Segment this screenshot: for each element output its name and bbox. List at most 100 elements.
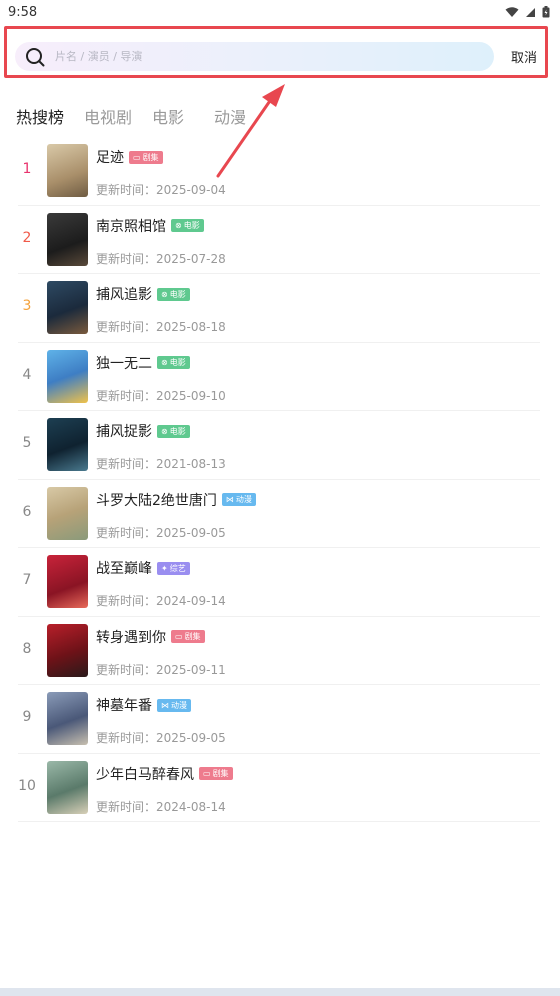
category-badge: ⊗ 电影 (157, 424, 190, 438)
update-prefix: 更新时间： (96, 457, 157, 471)
badge-label: 剧集 (184, 632, 201, 641)
rank-number: 10 (18, 777, 36, 794)
category-badge: ⊗ 电影 (171, 219, 204, 232)
update-date: 2025-09-05 (156, 525, 226, 540)
cancel-button[interactable]: 取消 (511, 47, 537, 66)
search-input[interactable] (53, 49, 457, 64)
film-reel-icon: ⊗ (175, 221, 182, 230)
tab-tv-series[interactable]: 电视剧 (84, 104, 132, 128)
wifi-icon (505, 6, 519, 17)
list-item[interactable]: 10 少年白马醉春风 ▭ 剧集更新时间：2024-08-14 (18, 754, 540, 822)
list-item[interactable]: 1 足迹 ▭ 剧集 更新时间：2025-09-04 (18, 137, 540, 206)
update-date: 2024-08-14 (156, 799, 226, 814)
update-date: 2025-07-28 (156, 251, 226, 266)
item-title[interactable]: 捕风追影 (96, 284, 152, 304)
rank-number: 7 (22, 572, 32, 588)
poster-thumbnail[interactable] (47, 144, 88, 197)
badge-label: 电影 (169, 358, 186, 367)
category-badge: ⊗ 电影 (157, 356, 190, 369)
poster-thumbnail[interactable] (47, 760, 88, 814)
bow-icon: ⋈ (161, 700, 169, 710)
badge-label: 电影 (169, 289, 186, 299)
tv-icon: ▭ (175, 632, 183, 641)
update-time: 更新时间：2024-09-14 (96, 592, 226, 609)
update-prefix: 更新时间： (96, 183, 157, 197)
badge-label: 电影 (183, 221, 200, 230)
update-prefix: 更新时间： (96, 251, 157, 266)
update-time: 更新时间：2025-07-28 (96, 250, 226, 267)
status-time: 9:58 (8, 4, 38, 20)
update-time: 更新时间：2025-09-10 (96, 387, 226, 404)
update-time: 更新时间：2024-08-14 (96, 798, 226, 815)
badge-label: 剧集 (212, 769, 229, 778)
poster-thumbnail[interactable] (47, 692, 88, 745)
category-badge: ▭ 剧集 (171, 630, 205, 643)
poster-thumbnail[interactable] (47, 349, 88, 403)
title-line: 独一无二 ⊗ 电影 (96, 353, 190, 373)
hot-search-list: 1 足迹 ▭ 剧集 更新时间：2025-09-04 2 南京照相馆 ⊗ 电影 更新时间：2025-… (0, 137, 560, 822)
category-badge: ⋈ 动漫 (157, 698, 191, 712)
title-line: 转身遇到你 ▭ 剧集 (96, 627, 205, 647)
update-time: 更新时间：2025-09-05 (96, 524, 226, 541)
update-time: 更新时间：2025-09-05 (96, 729, 226, 746)
signal-icon (526, 7, 535, 17)
bow-icon: ⋈ (225, 495, 234, 504)
update-date: 2025-09-11 (156, 662, 226, 677)
poster-thumbnail[interactable] (47, 623, 88, 677)
tv-icon: ▭ (203, 769, 211, 778)
poster-thumbnail[interactable] (47, 212, 88, 266)
item-title[interactable]: 独一无二 (96, 353, 152, 373)
item-title[interactable]: 转身遇到你 (96, 627, 166, 647)
update-prefix: 更新时间： (96, 731, 157, 745)
tab-hot-search[interactable]: 热搜榜 (16, 104, 64, 128)
film-reel-icon: ⊗ (161, 289, 168, 299)
item-title[interactable]: 足迹 (96, 147, 124, 167)
status-bar: 9:58 (0, 0, 560, 24)
category-badge: ⋈ 动漫 (221, 493, 256, 506)
search-bar[interactable] (15, 42, 494, 71)
navigation-bar (0, 988, 560, 996)
rank-number: 8 (22, 640, 32, 657)
list-item[interactable]: 9 神墓年番 ⋈ 动漫更新时间：2025-09-05 (18, 685, 540, 754)
badge-label: 综艺 (169, 563, 186, 573)
item-title[interactable]: 神墓年番 (96, 695, 152, 715)
list-item[interactable]: 2 南京照相馆 ⊗ 电影 更新时间：2025-07-28 (18, 206, 540, 274)
rank-number: 5 (22, 435, 32, 451)
category-badge: ▭ 剧集 (199, 767, 233, 780)
update-date: 2024-09-14 (156, 594, 226, 608)
title-line: 南京照相馆 ⊗ 电影 (96, 216, 204, 236)
update-prefix: 更新时间： (96, 799, 157, 814)
list-item[interactable]: 3 捕风追影 ⊗ 电影 更新时间：2025-08-18 (18, 274, 540, 343)
tab-movies[interactable]: 电影 (152, 104, 184, 128)
rank-number: 9 (22, 709, 32, 725)
update-time: 更新时间：2025-08-18 (96, 318, 226, 335)
update-date: 2025-09-05 (156, 731, 226, 745)
poster-thumbnail[interactable] (47, 418, 88, 471)
badge-label: 动漫 (171, 700, 187, 710)
list-item[interactable]: 7 战至巅峰 ✦ 综艺 更新时间：2024-09-14 (18, 548, 540, 617)
title-line: 少年白马醉春风 ▭ 剧集 (96, 764, 233, 784)
title-line: 捕风捉影 ⊗ 电影 (96, 421, 190, 441)
list-item[interactable]: 6 斗罗大陆2绝世唐门 ⋈ 动漫 更新时间：2025-09-05 (18, 480, 540, 548)
item-title[interactable]: 斗罗大陆2绝世唐门 (96, 490, 217, 510)
poster-thumbnail[interactable] (47, 555, 88, 608)
status-icons (505, 6, 550, 18)
title-line: 斗罗大陆2绝世唐门 ⋈ 动漫 (96, 490, 256, 510)
poster-thumbnail[interactable] (47, 486, 88, 540)
rank-number: 4 (22, 366, 32, 383)
item-title[interactable]: 战至巅峰 (96, 558, 152, 578)
item-title[interactable]: 南京照相馆 (96, 216, 166, 236)
battery-icon (542, 6, 550, 18)
poster-thumbnail[interactable] (47, 281, 88, 334)
item-title[interactable]: 少年白马醉春风 (96, 764, 194, 784)
title-line: 神墓年番 ⋈ 动漫 (96, 695, 191, 715)
rank-number: 1 (22, 161, 32, 177)
item-title[interactable]: 捕风捉影 (96, 421, 152, 441)
category-badge: ⊗ 电影 (157, 287, 190, 301)
tab-anime[interactable]: 动漫 (214, 104, 246, 128)
list-item[interactable]: 8 转身遇到你 ▭ 剧集 更新时间：2025-09-11 (18, 617, 540, 685)
list-item[interactable]: 4 独一无二 ⊗ 电影更新时间：2025-09-10 (18, 343, 540, 411)
list-item[interactable]: 5 捕风捉影 ⊗ 电影 更新时间：2021-08-13 (18, 411, 540, 480)
film-reel-icon: ⊗ (161, 358, 168, 367)
badge-label: 动漫 (235, 495, 252, 504)
